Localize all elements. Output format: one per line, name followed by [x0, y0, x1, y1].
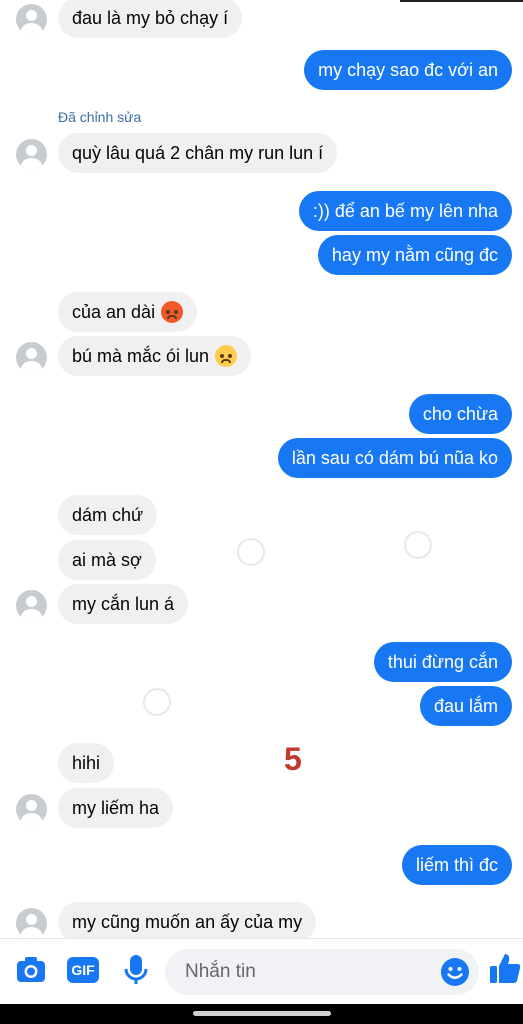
message-row: my cắn lun á: [0, 584, 523, 624]
avatar[interactable]: [16, 590, 47, 621]
message-bubble[interactable]: lần sau có dám bú nũa ko: [277, 438, 512, 478]
message-row: hay my nằm cũng đc: [0, 235, 523, 275]
avatar[interactable]: [16, 4, 47, 35]
message-row: thui đừng cắn: [0, 642, 523, 682]
message-row: dám chứ: [0, 495, 523, 535]
composer-bar: GIF Nhắn tin: [0, 938, 523, 1005]
emoji-icon[interactable]: [440, 957, 470, 992]
message-bubble[interactable]: thui đừng cắn: [373, 642, 512, 682]
message-bubble[interactable]: my cũng muốn an ấy của my: [58, 902, 317, 938]
microphone-icon[interactable]: [122, 953, 150, 992]
angry-face-icon: [161, 301, 184, 323]
message-row: đau là my bỏ chạy í: [0, 0, 523, 38]
message-row: của an dài: [0, 292, 523, 332]
message-row: đau lắm: [0, 686, 523, 726]
avatar[interactable]: [16, 908, 47, 938]
message-bubble[interactable]: bú mà mắc ói lun: [58, 336, 252, 376]
message-bubble[interactable]: hay my nằm cũng đc: [317, 235, 512, 275]
gif-label: GIF: [67, 957, 99, 983]
message-bubble[interactable]: ai mà sợ: [58, 540, 156, 580]
message-bubble[interactable]: đau là my bỏ chạy í: [58, 0, 243, 38]
touch-indicator: [237, 538, 265, 566]
message-row: liếm thì đc: [0, 845, 523, 885]
message-bubble[interactable]: dám chứ: [58, 495, 158, 535]
message-input[interactable]: Nhắn tin: [165, 949, 479, 995]
message-row: hihi: [0, 743, 523, 783]
message-text: bú mà mắc ói lun: [72, 346, 210, 366]
message-list[interactable]: đau là my bỏ chạy í my chạy sao đc với a…: [0, 0, 523, 938]
message-bubble[interactable]: my chạy sao đc với an: [304, 50, 512, 90]
home-indicator[interactable]: [193, 1011, 331, 1016]
message-bubble[interactable]: hihi: [58, 743, 115, 783]
gif-icon[interactable]: GIF: [67, 957, 99, 983]
message-bubble[interactable]: cho chừa: [408, 394, 512, 434]
message-bubble[interactable]: :)) để an bế my lên nha: [298, 191, 512, 231]
message-bubble[interactable]: liếm thì đc: [401, 845, 512, 885]
message-row: quỳ lâu quá 2 chân my run lun í: [0, 133, 523, 173]
disappointed-face-icon: [215, 345, 238, 367]
message-row: my chạy sao đc với an: [0, 50, 523, 90]
message-bubble[interactable]: my cắn lun á: [58, 584, 189, 624]
thumbs-up-icon[interactable]: [489, 952, 521, 991]
system-navigation-bar: [0, 1004, 523, 1024]
message-bubble[interactable]: đau lắm: [419, 686, 512, 726]
message-row: cho chừa: [0, 394, 523, 434]
avatar[interactable]: [16, 342, 47, 373]
avatar[interactable]: [16, 139, 47, 170]
message-bubble[interactable]: my liếm ha: [58, 788, 174, 828]
message-row: bú mà mắc ói lun: [0, 336, 523, 376]
edited-label: Đã chỉnh sửa: [58, 109, 142, 125]
message-row: :)) để an bế my lên nha: [0, 191, 523, 231]
message-row: lần sau có dám bú nũa ko: [0, 438, 523, 478]
message-input-placeholder: Nhắn tin: [185, 961, 256, 982]
message-bubble[interactable]: của an dài: [58, 292, 198, 332]
touch-indicator: [404, 531, 432, 559]
message-row: my liếm ha: [0, 788, 523, 828]
avatar[interactable]: [16, 794, 47, 825]
camera-icon[interactable]: [15, 954, 47, 991]
message-row: my cũng muốn an ấy của my: [0, 902, 523, 938]
message-text: của an dài: [72, 302, 156, 322]
message-bubble[interactable]: quỳ lâu quá 2 chân my run lun í: [58, 133, 338, 173]
